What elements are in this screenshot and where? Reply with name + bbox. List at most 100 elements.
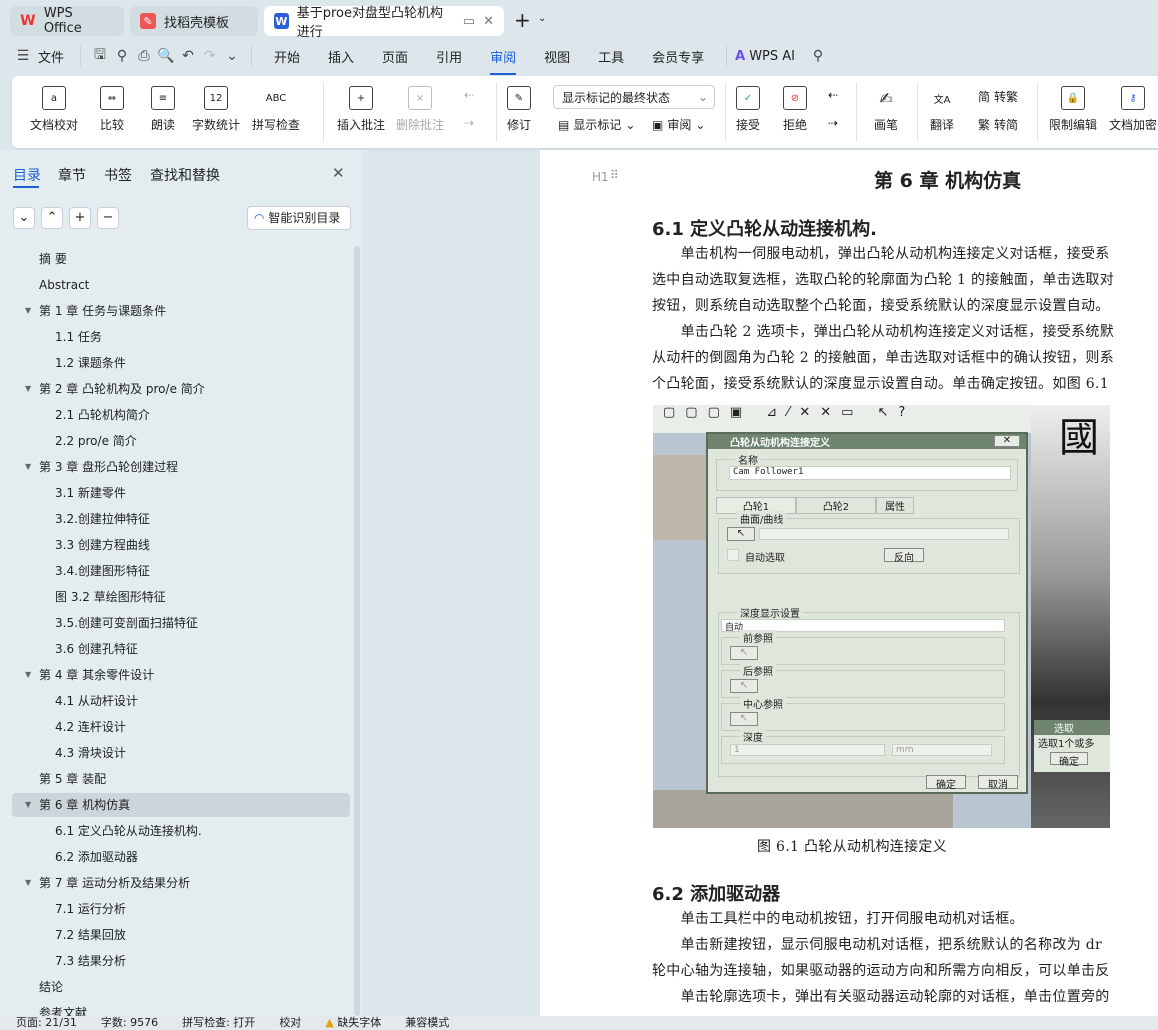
- tab-template[interactable]: ✎ 找稻壳模板: [130, 6, 258, 36]
- select-arrow-icon[interactable]: ↖: [730, 679, 758, 693]
- translate-button[interactable]: 文A 翻译: [930, 86, 954, 133]
- monitor-icon[interactable]: ▭: [463, 14, 475, 29]
- toc-item[interactable]: ▼ 第 6 章 机构仿真: [12, 793, 350, 817]
- menu-home[interactable]: 开始: [260, 47, 314, 66]
- menu-review[interactable]: 审阅: [476, 47, 530, 75]
- toc-item[interactable]: Abstract: [12, 273, 350, 297]
- restrict-edit-button[interactable]: 🔒 限制编辑: [1049, 86, 1097, 133]
- reverse-button[interactable]: 反向: [884, 548, 924, 564]
- menu-tools[interactable]: 工具: [584, 47, 638, 66]
- close-pane-icon[interactable]: ✕: [332, 164, 345, 182]
- toc-item[interactable]: 3.5.创建可变剖面扫描特征: [12, 611, 350, 635]
- toc-item[interactable]: 1.1 任务: [12, 325, 350, 349]
- toc-item[interactable]: 7.2 结果回放: [12, 923, 350, 947]
- menu-wps-ai[interactable]: WPS AI: [745, 49, 807, 64]
- missing-font[interactable]: 缺失字体: [337, 1016, 381, 1029]
- toc-item[interactable]: 第 5 章 装配: [12, 767, 350, 791]
- print-preview-icon[interactable]: 🔍: [155, 48, 177, 64]
- expand-triangle-icon[interactable]: ▼: [25, 377, 31, 401]
- select-arrow-icon[interactable]: ↖: [727, 527, 755, 541]
- depth-input[interactable]: 1: [730, 744, 885, 756]
- remove-heading-button[interactable]: −: [97, 207, 119, 229]
- undo-icon[interactable]: ↶: [177, 48, 199, 64]
- toc-item[interactable]: 1.2 课题条件: [12, 351, 350, 375]
- tab-properties[interactable]: 属性: [876, 497, 914, 514]
- close-icon[interactable]: ✕: [994, 435, 1020, 447]
- encrypt-button[interactable]: ⚷ 文档加密: [1109, 86, 1157, 133]
- menu-member[interactable]: 会员专享: [638, 47, 718, 66]
- tab-toc[interactable]: 目录: [13, 165, 41, 185]
- menu-page[interactable]: 页面: [368, 47, 422, 66]
- toc-item[interactable]: ▼ 第 3 章 盘形凸轮创建过程: [12, 455, 350, 479]
- hamburger-icon[interactable]: ☰: [12, 48, 34, 64]
- spell-check-button[interactable]: ABC 拼写检查: [252, 86, 300, 133]
- smart-toc-button[interactable]: ◠ 智能识别目录: [247, 206, 351, 230]
- toc-item[interactable]: 4.3 滑块设计: [12, 741, 350, 765]
- previous-comment-icon[interactable]: ⇠: [464, 88, 474, 102]
- toc-item[interactable]: 7.3 结果分析: [12, 949, 350, 973]
- name-input[interactable]: Cam Follower1: [729, 466, 1011, 480]
- read-aloud-button[interactable]: ≡ 朗读: [151, 86, 175, 133]
- expand-up-button[interactable]: ⌃: [41, 207, 63, 229]
- toc-item[interactable]: 摘 要: [12, 247, 350, 271]
- select-arrow-icon[interactable]: ↖: [730, 712, 758, 726]
- print-icon[interactable]: ⎙: [133, 48, 155, 64]
- drag-handle-icon[interactable]: ⠿: [610, 168, 619, 182]
- tab-bookmarks[interactable]: 书签: [104, 165, 132, 185]
- auto-select-checkbox[interactable]: [727, 549, 739, 561]
- toc-item[interactable]: 3.3 创建方程曲线: [12, 533, 350, 557]
- select-arrow-icon[interactable]: ↖: [730, 646, 758, 660]
- expand-triangle-icon[interactable]: ▼: [25, 299, 31, 323]
- to-traditional-button[interactable]: 简转繁: [978, 88, 1018, 105]
- search-icon[interactable]: ⚲: [807, 48, 829, 64]
- proof-status[interactable]: 校对: [279, 1016, 301, 1030]
- toc-item[interactable]: ▼ 第 2 章 凸轮机构及 pro/e 简介: [12, 377, 350, 401]
- menu-insert[interactable]: 插入: [314, 47, 368, 66]
- toc-item[interactable]: 7.1 运行分析: [12, 897, 350, 921]
- surface-field[interactable]: [759, 528, 1009, 540]
- chevron-down-icon[interactable]: ⌄: [538, 13, 546, 24]
- toc-item[interactable]: 3.1 新建零件: [12, 481, 350, 505]
- toc-item[interactable]: ▼ 第 4 章 其余零件设计: [12, 663, 350, 687]
- expand-triangle-icon[interactable]: ▼: [25, 663, 31, 687]
- compat-mode[interactable]: 兼容模式: [405, 1016, 449, 1030]
- toc-item[interactable]: 2.2 pro/e 简介: [12, 429, 350, 453]
- tab-document[interactable]: W 基于proe对盘型凸轮机构进行 ▭ ✕: [264, 6, 504, 40]
- expand-triangle-icon[interactable]: ▼: [25, 871, 31, 895]
- next-change-icon[interactable]: ⇢: [828, 116, 838, 130]
- close-tab-icon[interactable]: ✕: [483, 14, 494, 29]
- toc-item[interactable]: 4.2 连杆设计: [12, 715, 350, 739]
- tab-find-replace[interactable]: 查找和替换: [150, 165, 220, 185]
- previous-change-icon[interactable]: ⇠: [828, 88, 838, 102]
- toc-item[interactable]: ▼ 第 1 章 任务与课题条件: [12, 299, 350, 323]
- toc-item[interactable]: ▼ 第 7 章 运动分析及结果分析: [12, 871, 350, 895]
- add-heading-button[interactable]: +: [69, 207, 91, 229]
- collapse-all-button[interactable]: ⌄: [13, 207, 35, 229]
- show-markup-button[interactable]: ▤ 显示标记 ⌄: [558, 116, 635, 133]
- track-changes-button[interactable]: ✎ 修订: [507, 86, 531, 133]
- cancel-button[interactable]: 取消: [978, 775, 1018, 791]
- heading-level-marker[interactable]: H1: [592, 170, 609, 184]
- to-simplified-button[interactable]: 繁转简: [978, 116, 1018, 133]
- share-icon[interactable]: ⚲: [111, 48, 133, 64]
- next-comment-icon[interactable]: ⇢: [464, 116, 474, 130]
- spell-status[interactable]: 拼写检查: 打开: [182, 1016, 255, 1030]
- review-pane-button[interactable]: ▣ 审阅 ⌄: [652, 116, 705, 133]
- toc-item[interactable]: 2.1 凸轮机构简介: [12, 403, 350, 427]
- word-count-button[interactable]: 12 字数统计: [192, 86, 240, 133]
- proof-button[interactable]: a 文档校对: [30, 86, 78, 133]
- toc-item[interactable]: 图 3.2 草绘图形特征: [12, 585, 350, 609]
- word-count[interactable]: 字数: 9576: [101, 1016, 158, 1030]
- toc-item[interactable]: 4.1 从动杆设计: [12, 689, 350, 713]
- markup-display-select[interactable]: 显示标记的最终状态 ⌄: [553, 85, 715, 109]
- accept-button[interactable]: ✓ 接受: [736, 86, 760, 133]
- ok-button[interactable]: 确定: [926, 775, 966, 791]
- expand-triangle-icon[interactable]: ▼: [25, 455, 31, 479]
- page-indicator[interactable]: 页面: 21/31: [16, 1016, 77, 1030]
- redo-icon[interactable]: ↷: [199, 48, 221, 64]
- unit-field[interactable]: mm: [892, 744, 992, 756]
- more-chevron-icon[interactable]: ⌄: [221, 48, 243, 64]
- menu-reference[interactable]: 引用: [422, 47, 476, 66]
- tab-wps-office[interactable]: W WPS Office: [10, 6, 124, 36]
- toc-item[interactable]: 3.6 创建孔特征: [12, 637, 350, 661]
